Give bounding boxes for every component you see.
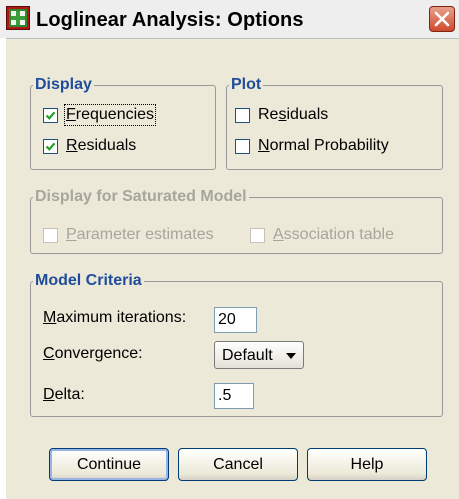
display-residuals-label: Residuals — [66, 137, 137, 154]
spss-app-icon — [6, 6, 30, 30]
parameter-estimates-checkbox[interactable] — [43, 227, 58, 243]
plot-residuals-label: Residuals — [258, 106, 329, 123]
plot-residuals-checkbox-row[interactable]: Residuals — [235, 106, 328, 124]
window-left-edge — [0, 38, 6, 499]
association-table-checkbox[interactable] — [250, 227, 265, 243]
checkmark-icon — [45, 142, 56, 151]
chevron-down-icon — [286, 353, 296, 359]
saturated-model-group: Display for Saturated Model — [30, 188, 443, 254]
saturated-model-legend: Display for Saturated Model — [35, 188, 247, 205]
display-legend: Display — [35, 76, 92, 93]
options-dialog: Loglinear Analysis: Options Display Freq… — [0, 0, 459, 499]
continue-button[interactable]: Continue — [49, 448, 169, 481]
frequencies-checkbox[interactable] — [43, 107, 58, 123]
association-table-checkbox-row[interactable]: Association table — [250, 226, 394, 244]
association-table-label: Association table — [273, 226, 394, 243]
normal-probability-label: Normal Probability — [258, 137, 389, 154]
help-button[interactable]: Help — [307, 448, 427, 481]
display-residuals-checkbox[interactable] — [43, 138, 58, 154]
delta-label: Delta: — [43, 386, 85, 403]
model-criteria-legend: Model Criteria — [35, 272, 142, 289]
convergence-value: Default — [222, 347, 273, 364]
display-residuals-checkbox-row[interactable]: Residuals — [43, 137, 136, 155]
normal-probability-checkbox[interactable] — [235, 138, 250, 154]
convergence-dropdown[interactable]: Default — [214, 341, 304, 369]
checkmark-icon — [45, 111, 56, 120]
plot-residuals-checkbox[interactable] — [235, 107, 250, 123]
frequencies-checkbox-row[interactable]: Frequencies — [43, 104, 157, 126]
parameter-estimates-checkbox-row[interactable]: Parameter estimates — [43, 226, 214, 244]
convergence-label: Convergence: — [43, 345, 143, 362]
max-iterations-label: Maximum iterations: — [43, 309, 187, 326]
frequencies-label: Frequencies — [63, 104, 157, 126]
title-bar[interactable]: Loglinear Analysis: Options — [0, 0, 459, 39]
parameter-estimates-label: Parameter estimates — [66, 226, 214, 243]
max-iterations-input[interactable]: 20 — [214, 307, 257, 333]
close-button[interactable] — [429, 6, 455, 32]
window-title: Loglinear Analysis: Options — [36, 9, 304, 31]
normal-probability-checkbox-row[interactable]: Normal Probability — [235, 137, 389, 155]
delta-input[interactable]: .5 — [214, 383, 254, 409]
cancel-button[interactable]: Cancel — [178, 448, 298, 481]
close-icon — [434, 11, 450, 27]
plot-legend: Plot — [231, 76, 262, 93]
